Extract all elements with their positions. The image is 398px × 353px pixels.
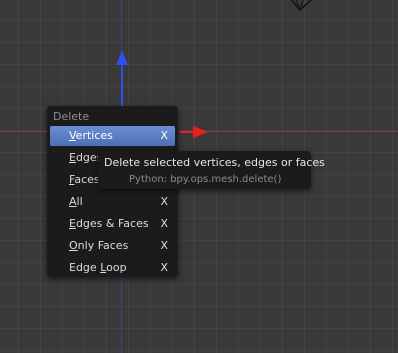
menu-item-all[interactable]: All X	[50, 192, 175, 212]
menu-item-vertices[interactable]: Vertices X	[50, 126, 175, 146]
menu-item-edges-and-faces[interactable]: Edges & Faces X	[50, 214, 175, 234]
tooltip: Delete selected vertices, edges or faces…	[98, 151, 325, 189]
menu-item-edge-loop[interactable]: Edge Loop X	[50, 258, 175, 278]
menu-item-only-faces[interactable]: Only Faces X	[50, 236, 175, 256]
menu-item-shortcut: X	[160, 195, 168, 208]
mesh-object-icon	[290, 0, 313, 12]
menu-item-label: Vertices	[69, 129, 113, 142]
transform-arrow-up-icon[interactable]	[114, 50, 130, 114]
menu-item-label: Faces	[69, 173, 100, 186]
menu-item-shortcut: X	[160, 217, 168, 230]
tooltip-python: Python: bpy.ops.mesh.delete()	[129, 174, 282, 185]
menu-item-label: Edges & Faces	[69, 217, 149, 230]
delete-menu: Delete Vertices X Edges X Faces X All X …	[47, 106, 178, 277]
menu-item-label: Only Faces	[69, 239, 129, 252]
menu-item-shortcut: X	[160, 239, 168, 252]
transform-arrow-right-icon[interactable]	[180, 125, 210, 139]
tooltip-description: Delete selected vertices, edges or faces	[104, 156, 325, 169]
menu-item-label: Edge Loop	[69, 261, 127, 274]
menu-item-shortcut: X	[160, 129, 168, 142]
menu-title: Delete	[53, 110, 90, 123]
menu-item-label: All	[69, 195, 83, 208]
menu-item-shortcut: X	[160, 261, 168, 274]
